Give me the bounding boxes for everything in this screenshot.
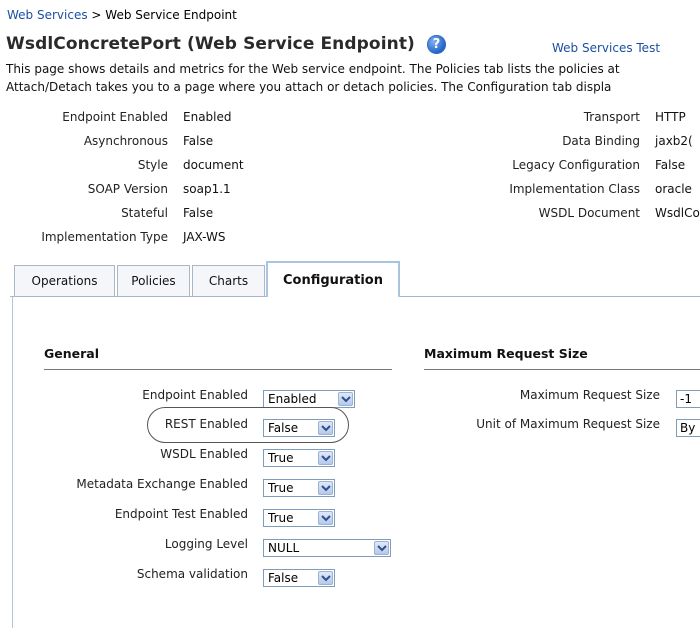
breadcrumb-link-web-services[interactable]: Web Services: [7, 8, 88, 22]
wsdl-enabled-select-value: True: [268, 451, 294, 465]
wsdl-document-link[interactable]: WsdlCo: [655, 206, 700, 220]
detail-value-stateful: False: [183, 206, 214, 220]
config-label-metadata-exchange-enabled: Metadata Exchange Enabled: [76, 477, 248, 491]
schema-validation-select[interactable]: False: [263, 569, 335, 587]
logging-level-select-value: NULL: [268, 541, 300, 555]
endpoint-test-enabled-select[interactable]: True: [263, 509, 335, 527]
metadata-exchange-enabled-select[interactable]: True: [263, 479, 335, 497]
detail-label-implementation-class: Implementation Class: [509, 182, 640, 196]
endpoint-test-enabled-select-value: True: [268, 511, 294, 525]
detail-label-wsdl-document: WSDL Document: [538, 206, 640, 220]
detail-label-transport: Transport: [583, 110, 640, 124]
detail-label-stateful: Stateful: [121, 206, 168, 220]
chevron-down-icon: [374, 541, 389, 555]
config-label-endpoint-test-enabled: Endpoint Test Enabled: [114, 507, 248, 521]
breadcrumb: Web Services > Web Service Endpoint: [7, 8, 237, 22]
detail-value-style: document: [183, 158, 244, 172]
detail-value-legacy-configuration: False: [655, 158, 686, 172]
detail-label-soap-version: SOAP Version: [87, 182, 168, 196]
tab-configuration[interactable]: Configuration: [266, 261, 400, 297]
detail-label-data-binding: Data Binding: [562, 134, 640, 148]
breadcrumb-separator: >: [91, 8, 102, 22]
general-section-heading: General: [44, 346, 99, 361]
help-circle-icon[interactable]: ?: [427, 35, 446, 54]
panel-left-border: [12, 297, 13, 628]
endpoint-enabled-select[interactable]: Enabled: [263, 390, 355, 408]
config-label-unit-of-maximum-request-size: Unit of Maximum Request Size: [476, 417, 660, 431]
breadcrumb-current: Web Service Endpoint: [105, 8, 237, 22]
chevron-down-icon: [318, 571, 333, 585]
max-request-size-section-rule: [424, 369, 700, 370]
tab-policies[interactable]: Policies: [117, 265, 190, 296]
config-label-maximum-request-size: Maximum Request Size: [519, 388, 660, 402]
config-label-wsdl-enabled: WSDL Enabled: [160, 447, 248, 461]
page-description-line-2: Attach/Detach takes you to a page where …: [6, 80, 612, 94]
detail-label-endpoint-enabled: Endpoint Enabled: [62, 110, 168, 124]
detail-label-legacy-configuration: Legacy Configuration: [512, 158, 640, 172]
detail-value-implementation-class: oracle: [655, 182, 692, 196]
chevron-down-icon: [318, 451, 333, 465]
detail-value-endpoint-enabled: Enabled: [183, 110, 232, 124]
detail-value-data-binding: jaxb2(: [655, 134, 693, 148]
rest-enabled-highlight-oval: [147, 407, 349, 443]
max-request-size-section-heading: Maximum Request Size: [424, 346, 588, 361]
unit-of-maximum-request-size-select[interactable]: By: [676, 419, 700, 437]
detail-value-transport: HTTP: [655, 110, 686, 124]
detail-value-soap-version: soap1.1: [183, 182, 231, 196]
chevron-down-icon: [318, 511, 333, 525]
metadata-exchange-enabled-select-value: True: [268, 481, 294, 495]
maximum-request-size-input[interactable]: -1: [676, 390, 700, 408]
tab-operations[interactable]: Operations: [14, 265, 115, 296]
detail-label-implementation-type: Implementation Type: [41, 230, 168, 244]
wsdl-enabled-select[interactable]: True: [263, 449, 335, 467]
page-title: WsdlConcretePort (Web Service Endpoint): [6, 34, 415, 54]
detail-label-style: Style: [137, 158, 168, 172]
chevron-down-icon: [338, 392, 353, 406]
config-label-logging-level: Logging Level: [164, 537, 248, 551]
detail-value-implementation-type: JAX-WS: [183, 230, 226, 244]
page-description-line-1: This page shows details and metrics for …: [6, 62, 620, 76]
config-label-endpoint-enabled: Endpoint Enabled: [142, 388, 248, 402]
web-services-test-link[interactable]: Web Services Test: [552, 41, 660, 55]
config-label-schema-validation: Schema validation: [136, 567, 248, 581]
general-section-rule: [44, 369, 392, 370]
detail-value-asynchronous: False: [183, 134, 214, 148]
logging-level-select[interactable]: NULL: [263, 539, 391, 557]
chevron-down-icon: [318, 481, 333, 495]
endpoint-enabled-select-value: Enabled: [268, 392, 317, 406]
tab-charts[interactable]: Charts: [192, 265, 265, 296]
schema-validation-select-value: False: [268, 571, 299, 585]
detail-label-asynchronous: Asynchronous: [83, 134, 168, 148]
